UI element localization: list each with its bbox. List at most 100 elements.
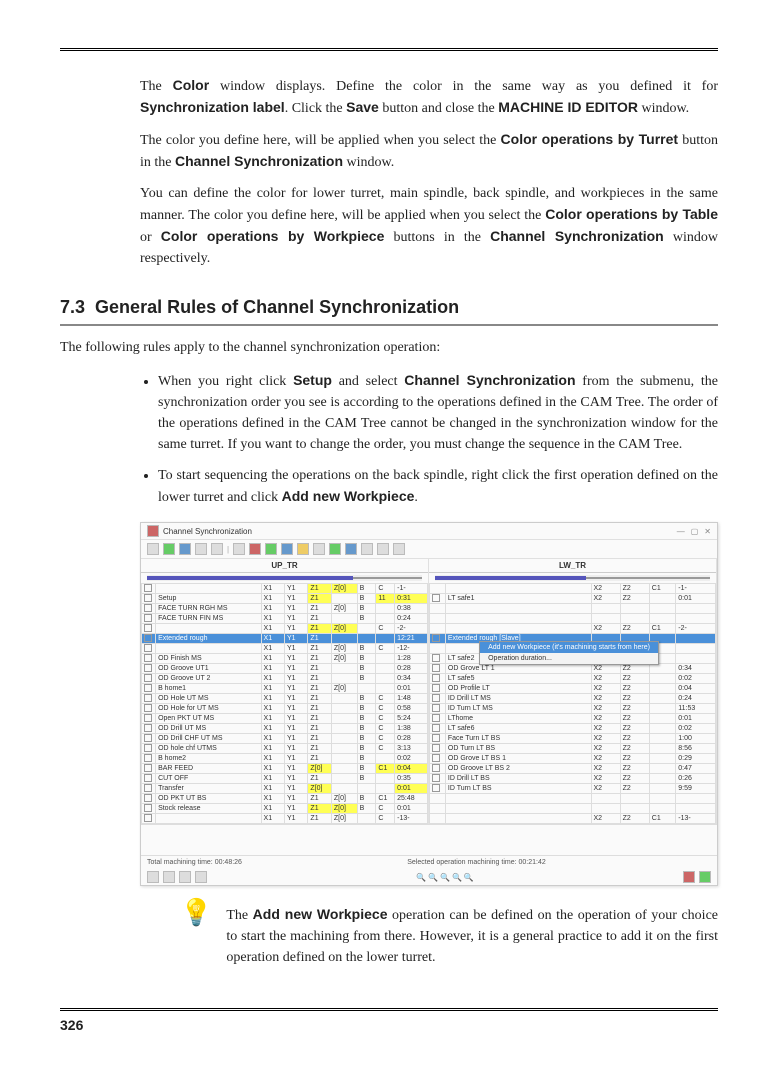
table-row[interactable]: FACE TURN RGH MSX1Y1Z1Z[0]B0:38 bbox=[142, 604, 428, 614]
toolbar-icon[interactable] bbox=[147, 543, 159, 555]
toolbar-icon[interactable] bbox=[211, 543, 223, 555]
table-row[interactable] bbox=[430, 794, 716, 804]
table-row[interactable]: CUT OFFX1Y1Z1B0:35 bbox=[142, 774, 428, 784]
table-cell: B bbox=[357, 584, 376, 594]
toolbar-icon[interactable] bbox=[249, 543, 261, 555]
table-row[interactable]: OD Grove LT BS 1X2Z20:29 bbox=[430, 754, 716, 764]
table-cell bbox=[445, 794, 591, 804]
table-row[interactable]: Face Turn LT BSX2Z21:00 bbox=[430, 734, 716, 744]
table-cell: B bbox=[357, 594, 376, 604]
close-button[interactable]: ✕ bbox=[704, 527, 711, 536]
table-row[interactable]: OD Finish MSX1Y1Z1Z[0]B1:28 bbox=[142, 654, 428, 664]
table-row[interactable] bbox=[430, 604, 716, 614]
lw-slider[interactable] bbox=[435, 575, 710, 581]
table-row[interactable]: OD Groove LT BS 2X2Z20:47 bbox=[430, 764, 716, 774]
table-cell bbox=[649, 764, 675, 774]
table-row[interactable]: OD Grove LT 1X2Z20:34 bbox=[430, 664, 716, 674]
table-row[interactable]: FACE TURN FIN MSX1Y1Z1B0:24 bbox=[142, 614, 428, 624]
footer-icon[interactable] bbox=[699, 871, 711, 883]
table-row[interactable]: OD Groove UT1X1Y1Z1B0:28 bbox=[142, 664, 428, 674]
toolbar-icon[interactable] bbox=[179, 543, 191, 555]
table-cell bbox=[649, 784, 675, 794]
table-cell bbox=[331, 784, 357, 794]
toolbar-icon[interactable] bbox=[313, 543, 325, 555]
toolbar-icon[interactable] bbox=[195, 543, 207, 555]
table-row[interactable]: Extended roughX1Y1Z112:21 bbox=[142, 634, 428, 644]
toolbar-icon[interactable] bbox=[163, 543, 175, 555]
table-row[interactable]: B home1X1Y1Z1Z[0]0:01 bbox=[142, 684, 428, 694]
table-row[interactable]: ID Drill LT BSX2Z20:26 bbox=[430, 774, 716, 784]
minimize-button[interactable]: — bbox=[677, 527, 685, 536]
table-row[interactable]: X1Y1Z1Z[0]BC-12- bbox=[142, 644, 428, 654]
zoom-icon[interactable]: 🔍 bbox=[416, 873, 426, 882]
table-row[interactable]: BAR FEEDX1Y1Z[0]BC10:04 bbox=[142, 764, 428, 774]
table-row[interactable]: OD Turn LT BSX2Z28:56 bbox=[430, 744, 716, 754]
zoom-icon[interactable]: 🔍 bbox=[428, 873, 438, 882]
zoom-icon[interactable]: 🔍 bbox=[440, 873, 450, 882]
table-cell bbox=[331, 734, 357, 744]
table-cell: C bbox=[376, 704, 395, 714]
table-row[interactable]: X2Z2C1-13- bbox=[430, 814, 716, 824]
toolbar-icon[interactable] bbox=[265, 543, 277, 555]
toolbar-icon[interactable] bbox=[297, 543, 309, 555]
table-cell: X1 bbox=[261, 774, 284, 784]
zoom-icon[interactable]: 🔍 bbox=[464, 873, 474, 882]
table-cell: Z2 bbox=[620, 734, 649, 744]
context-menu: Add new Workpiece (it's machining starts… bbox=[479, 641, 659, 665]
toolbar-icon[interactable] bbox=[281, 543, 293, 555]
toolbar-icon[interactable] bbox=[329, 543, 341, 555]
table-cell: X2 bbox=[591, 724, 620, 734]
table-row[interactable]: TransferX1Y1Z[0]0:01 bbox=[142, 784, 428, 794]
table-cell: C1 bbox=[649, 624, 675, 634]
table-row[interactable]: OD Groove UT 2X1Y1Z1B0:34 bbox=[142, 674, 428, 684]
footer-icon[interactable] bbox=[683, 871, 695, 883]
table-row[interactable] bbox=[430, 614, 716, 624]
table-row[interactable]: LThomeX2Z20:01 bbox=[430, 714, 716, 724]
maximize-button[interactable]: ▢ bbox=[691, 527, 699, 536]
table-row[interactable]: ID Turn LT MSX2Z211:53 bbox=[430, 704, 716, 714]
table-row[interactable]: LT safe6X2Z20:02 bbox=[430, 724, 716, 734]
table-row[interactable]: LT safe5X2Z20:02 bbox=[430, 674, 716, 684]
table-row[interactable]: B home2X1Y1Z1B0:02 bbox=[142, 754, 428, 764]
menu-add-new-workpiece[interactable]: Add new Workpiece (it's machining starts… bbox=[480, 642, 658, 653]
zoom-icon[interactable]: 🔍 bbox=[452, 873, 462, 882]
table-cell: BAR FEED bbox=[156, 764, 261, 774]
table-row[interactable]: ID Drill LT MSX2Z20:24 bbox=[430, 694, 716, 704]
table-cell: 0:24 bbox=[676, 694, 716, 704]
table-row[interactable]: OD Drill UT MSX1Y1Z1BC1:38 bbox=[142, 724, 428, 734]
table-cell: Z1 bbox=[308, 794, 331, 804]
table-row[interactable]: X1Y1Z1Z[0]C-13- bbox=[142, 814, 428, 824]
table-row[interactable]: OD Hole for UT MSX1Y1Z1BC0:58 bbox=[142, 704, 428, 714]
table-cell: Z1 bbox=[308, 684, 331, 694]
table-row[interactable]: X1Y1Z1Z[0]BC-1- bbox=[142, 584, 428, 594]
toolbar-icon[interactable] bbox=[345, 543, 357, 555]
table-row[interactable]: X2Z2C1-1- bbox=[430, 584, 716, 594]
footer-icon[interactable] bbox=[163, 871, 175, 883]
footer-icon[interactable] bbox=[147, 871, 159, 883]
redo-icon[interactable] bbox=[393, 543, 405, 555]
selected-machining-time: Selected operation machining time: 00:21… bbox=[407, 859, 546, 866]
table-row[interactable]: X1Y1Z1Z[0]C-2- bbox=[142, 624, 428, 634]
table-cell: X1 bbox=[261, 724, 284, 734]
table-row[interactable]: ID Turn LT BSX2Z29:59 bbox=[430, 784, 716, 794]
menu-operation-duration[interactable]: Operation duration... bbox=[480, 653, 658, 664]
table-row[interactable]: LT safe1X2Z20:01 bbox=[430, 594, 716, 604]
up-slider[interactable] bbox=[147, 575, 422, 581]
footer-icon[interactable] bbox=[179, 871, 191, 883]
footer-icon[interactable] bbox=[195, 871, 207, 883]
undo-icon[interactable] bbox=[377, 543, 389, 555]
toolbar-icon[interactable] bbox=[361, 543, 373, 555]
table-row[interactable]: Open PKT UT MSX1Y1Z1BC5:24 bbox=[142, 714, 428, 724]
table-row[interactable]: OD Drill CHF UT MSX1Y1Z1BC0:28 bbox=[142, 734, 428, 744]
table-row[interactable] bbox=[430, 804, 716, 814]
table-row[interactable]: X2Z2C1-2- bbox=[430, 624, 716, 634]
table-row[interactable]: Stock releaseX1Y1Z1Z[0]BC0:01 bbox=[142, 804, 428, 814]
table-row[interactable]: OD PKT UT BSX1Y1Z1Z[0]BC125:48 bbox=[142, 794, 428, 804]
toolbar-icon[interactable] bbox=[233, 543, 245, 555]
table-row[interactable]: SetupX1Y1Z1B110:31 bbox=[142, 594, 428, 604]
table-cell: Z[0] bbox=[308, 764, 331, 774]
table-row[interactable]: OD Profile LTX2Z20:04 bbox=[430, 684, 716, 694]
table-row[interactable]: OD Hole UT MSX1Y1Z1BC1:48 bbox=[142, 694, 428, 704]
table-cell: X1 bbox=[261, 604, 284, 614]
table-row[interactable]: OD hole chf UTMSX1Y1Z1BC3:13 bbox=[142, 744, 428, 754]
